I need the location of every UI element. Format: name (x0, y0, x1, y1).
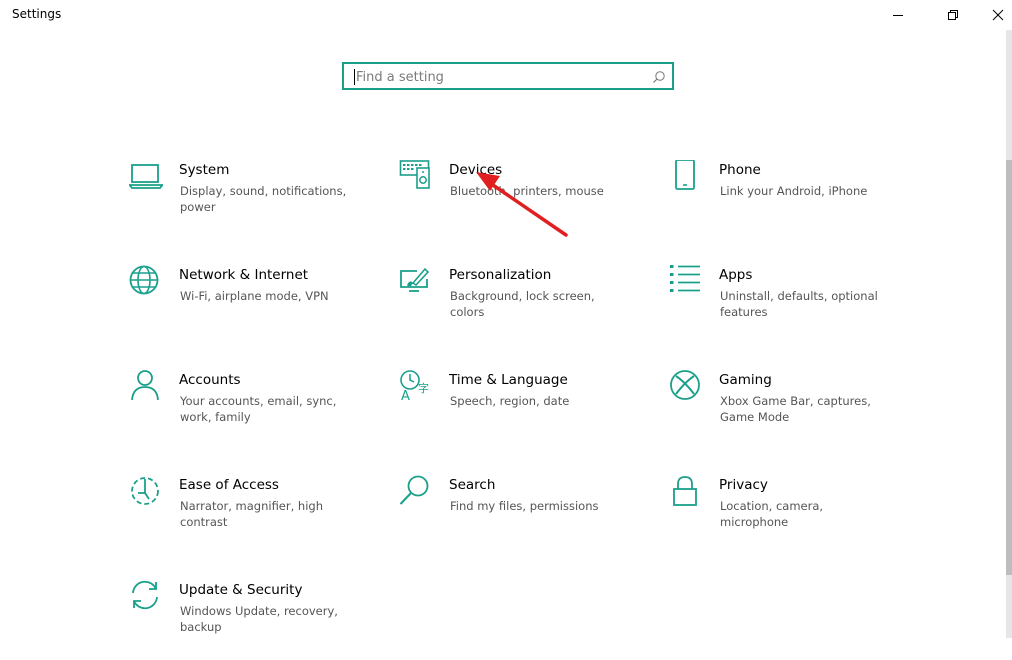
tile-title: Apps (719, 267, 753, 283)
minimize-button[interactable] (875, 0, 921, 30)
time-language-icon: A 字 (400, 370, 429, 404)
close-icon (992, 9, 1004, 21)
phone-icon (675, 160, 695, 190)
devices-icon (399, 160, 430, 189)
globe-icon (129, 265, 159, 295)
minimize-icon (893, 15, 903, 16)
tile-title: Update & Security (179, 582, 303, 598)
tile-description: Narrator, magnifier, high contrast (180, 499, 323, 529)
tile-personalization[interactable]: Personalization Background, lock screen,… (399, 265, 649, 345)
tile-search[interactable]: Search Find my files, permissions (399, 475, 649, 555)
maximize-button[interactable] (930, 0, 976, 30)
tile-description: Display, sound, notifications, power (180, 184, 347, 214)
tile-devices[interactable]: Devices Bluetooth, printers, mouse (399, 160, 649, 240)
tile-title: Accounts (179, 372, 241, 388)
tile-phone[interactable]: Phone Link your Android, iPhone (669, 160, 919, 240)
paint-icon (400, 267, 430, 292)
search-input[interactable] (356, 65, 646, 89)
tile-title: Ease of Access (179, 477, 279, 493)
tile-ease-of-access[interactable]: Ease of Access Narrator, magnifier, high… (129, 475, 379, 555)
xbox-icon (670, 370, 700, 400)
tile-title: Search (449, 477, 496, 493)
tile-title: System (179, 162, 230, 178)
tile-description: Location, camera, microphone (720, 499, 824, 529)
tile-network-internet[interactable]: Network & Internet Wi-Fi, airplane mode,… (129, 265, 379, 345)
sync-icon (132, 580, 158, 610)
tile-description: Uninstall, defaults, optional features (720, 289, 878, 319)
tile-description: Xbox Game Bar, captures, Game Mode (720, 394, 871, 424)
tile-description: Bluetooth, printers, mouse (450, 184, 604, 198)
title-bar: Settings (0, 0, 1012, 30)
tile-description: Speech, region, date (450, 394, 570, 408)
tile-gaming[interactable]: Gaming Xbox Game Bar, captures, Game Mod… (669, 370, 919, 450)
tile-description: Link your Android, iPhone (720, 184, 868, 198)
search-icon[interactable] (652, 70, 666, 84)
tile-apps[interactable]: Apps Uninstall, defaults, optional featu… (669, 265, 919, 345)
text-caret (354, 69, 355, 85)
tile-description: Wi-Fi, airplane mode, VPN (180, 289, 329, 303)
tile-title: Privacy (719, 477, 768, 493)
tile-privacy[interactable]: Privacy Location, camera, microphone (669, 475, 919, 555)
apps-list-icon (670, 265, 700, 292)
tile-accounts[interactable]: Accounts Your accounts, email, sync, wor… (129, 370, 379, 450)
tile-title: Gaming (719, 372, 772, 388)
tile-title: Phone (719, 162, 761, 178)
tile-description: Find my files, permissions (450, 499, 599, 513)
svg-text:A: A (401, 389, 410, 404)
tile-title: Network & Internet (179, 267, 309, 283)
tile-description: Background, lock screen, colors (450, 289, 595, 319)
tile-description: Windows Update, recovery, backup (180, 604, 338, 634)
tile-title: Personalization (449, 267, 552, 283)
tile-title: Time & Language (449, 372, 568, 388)
magnifier-icon (399, 475, 429, 505)
close-button[interactable] (975, 0, 1012, 30)
tile-system[interactable]: System Display, sound, notifications, po… (129, 160, 379, 240)
tile-title: Devices (449, 162, 503, 178)
person-icon (131, 370, 159, 401)
scrollbar-thumb[interactable] (1006, 160, 1012, 575)
svg-text:字: 字 (418, 381, 429, 395)
ease-of-access-icon (131, 477, 159, 505)
laptop-icon (129, 164, 163, 189)
tile-time-language[interactable]: A 字 Time & Language Speech, region, date (399, 370, 649, 450)
tile-description: Your accounts, email, sync, work, family (180, 394, 337, 424)
restore-icon (948, 10, 958, 20)
search-box[interactable] (342, 62, 674, 90)
lock-icon (673, 476, 697, 506)
window-title: Settings (12, 7, 62, 21)
tile-update-security[interactable]: Update & Security Windows Update, recove… (129, 580, 379, 660)
